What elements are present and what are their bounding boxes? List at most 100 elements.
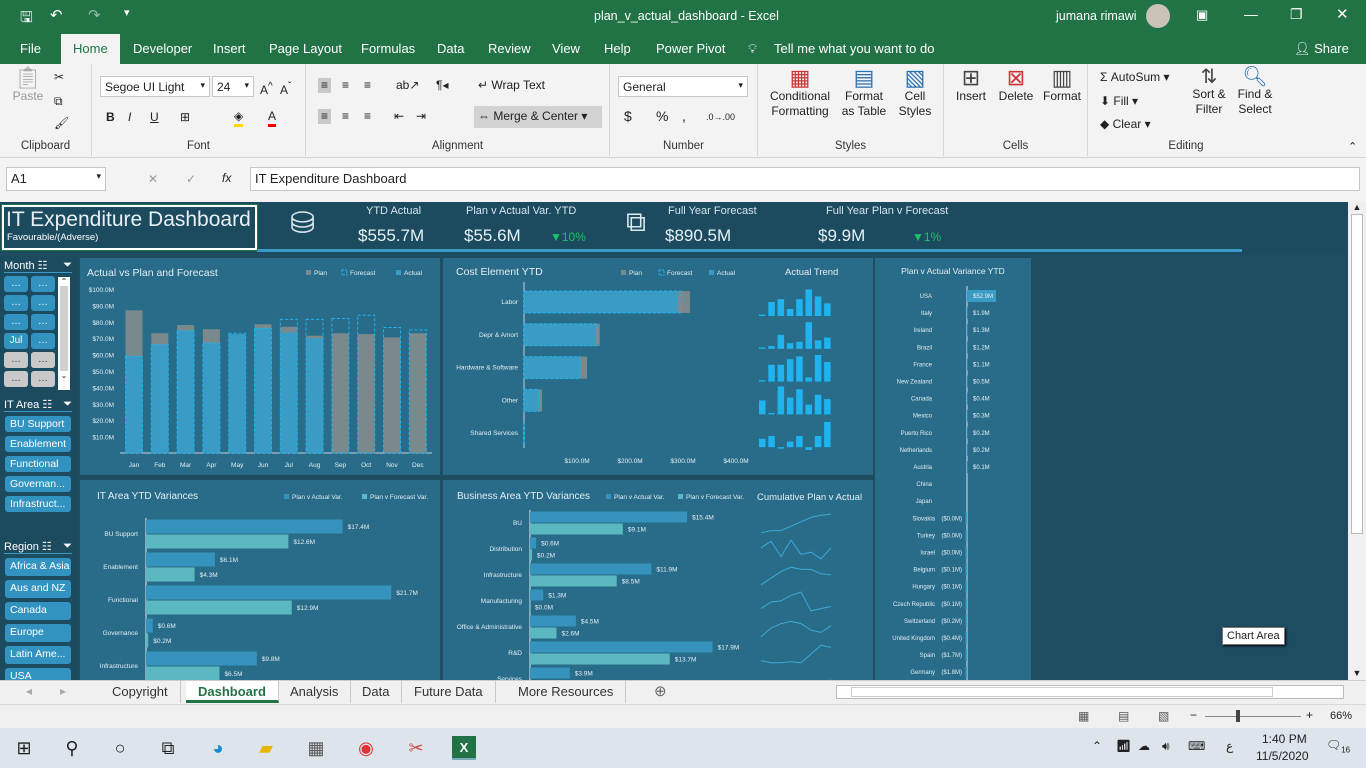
tab-formulas[interactable]: Formulas [361,41,415,56]
tab-developer[interactable]: Developer [133,41,192,56]
month-slicer-item[interactable]: … [4,276,28,292]
tab-home[interactable]: Home [61,34,120,64]
region-slicer-item[interactable]: Europe [5,624,71,642]
save-icon[interactable]: 🖫 [20,7,33,32]
month-slicer-item[interactable]: … [31,314,55,330]
it-area-variance-chart[interactable]: IT Area YTD Variances Plan v Actual Var. P… [80,480,440,680]
tab-review[interactable]: Review [488,41,531,56]
edge-icon[interactable]: ◕ [206,736,230,760]
align-left-icon[interactable]: ≡ [318,109,332,124]
tab-page-layout[interactable]: Page Layout [269,41,342,56]
align-center-icon[interactable]: ≡ [342,109,349,124]
keyboard-icon[interactable]: ⌨ [1188,739,1205,753]
currency-button[interactable]: $ [624,109,632,124]
tab-help[interactable]: Help [604,41,631,56]
undo-icon[interactable]: ↶ [50,6,63,24]
align-top-icon[interactable]: ≡ [318,78,332,93]
onedrive-icon[interactable]: ☁ [1138,739,1150,753]
tell-me-search[interactable]: Tell me what you want to do [774,41,934,56]
fill-button[interactable]: ⬇ Fill ▾ [1100,94,1138,109]
month-slicer-item[interactable]: … [31,371,55,387]
sheet-tab[interactable]: Copyright [100,681,181,703]
sheet-tab[interactable]: Dashboard [186,681,279,703]
clear-filter-icon[interactable]: ⏷ [63,259,72,272]
calculator-icon[interactable]: ▦ [304,736,328,760]
increase-font-icon[interactable]: A^ [260,79,273,98]
restore-icon[interactable]: ❐ [1290,6,1303,23]
normal-view-icon[interactable]: ▦ [1078,709,1089,723]
business-area-variance-chart[interactable]: Business Area YTD Variances Plan v Actual… [443,480,873,680]
sheet-tab[interactable]: More Resources [506,681,627,703]
page-break-view-icon[interactable]: ▧ [1158,709,1169,723]
cortana-icon[interactable]: ○ [108,736,132,760]
clear-filter-icon[interactable]: ⏷ [63,398,72,411]
percent-button[interactable]: % [656,109,668,124]
zoom-slider[interactable] [1205,710,1301,722]
zoom-level[interactable]: 66% [1330,710,1352,722]
sheet-tab[interactable]: Analysis [278,681,352,703]
file-explorer-icon[interactable]: ▰ [254,736,278,760]
horizontal-scrollbar[interactable] [836,685,1344,699]
bold-button[interactable]: B [106,110,115,125]
page-layout-view-icon[interactable]: ▤ [1118,709,1129,723]
new-sheet-icon[interactable]: ⊕ [654,682,667,700]
align-middle-icon[interactable]: ≡ [342,78,349,93]
month-slicer-item[interactable]: … [4,371,28,387]
borders-icon[interactable]: ⊞ [180,110,190,125]
notifications-icon[interactable]: 🗨︎16 [1326,738,1350,754]
decrease-indent-icon[interactable]: ⇤ [394,109,404,124]
month-slicer-item[interactable]: … [31,276,55,292]
sheet-tab[interactable]: Future Data [402,681,496,703]
conditional-formatting-button[interactable]: ▦ Conditional Formatting [764,67,836,119]
align-bottom-icon[interactable]: ≡ [364,78,371,93]
network-icon[interactable]: 📶︎ [1116,739,1131,753]
fill-color-icon[interactable]: ◈ [234,109,244,127]
cell-styles-button[interactable]: ▧ Cell Styles [892,67,938,119]
clock-date[interactable]: 11/5/2020 [1256,749,1309,763]
customize-toolbar-icon[interactable]: ▾ [124,6,130,19]
month-slicer-scrollbar[interactable]: ⌃ ⌄ [58,277,70,390]
region-slicer-item[interactable]: Aus and NZ [5,580,71,598]
volume-icon[interactable]: 🔊︎ [1162,739,1170,754]
clock-time[interactable]: 1:40 PM [1262,732,1307,746]
tray-chevron-icon[interactable]: ⌃ [1092,739,1102,753]
share-button[interactable]: 👤︎ Share [1294,41,1349,57]
multi-select-icon[interactable]: ☷ [42,399,52,411]
formula-input[interactable]: IT Expenditure Dashboard [250,167,1360,191]
tab-power-pivot[interactable]: Power Pivot [656,41,725,56]
clear-filter-icon[interactable]: ⏷ [63,540,72,553]
sheet-tab[interactable]: Data [350,681,403,703]
close-icon[interactable]: ✕ [1336,5,1349,23]
chrome-icon[interactable]: ◉ [354,736,378,760]
collapse-ribbon-icon[interactable]: ⌃ [1348,140,1357,153]
month-slicer-item[interactable]: … [31,295,55,311]
wrap-text-button[interactable]: ↵ Wrap Text [478,78,545,93]
region-slicer-item[interactable]: Canada [5,602,71,620]
comma-button[interactable]: , [682,109,686,124]
name-box[interactable]: A1 ▾ [6,167,106,191]
month-slicer-item[interactable]: … [4,352,28,368]
ribbon-display-icon[interactable]: ▣ [1196,7,1208,23]
month-slicer-item[interactable]: … [4,314,28,330]
align-right-icon[interactable]: ≡ [364,109,371,124]
merge-center-button[interactable]: ⇔ Merge & Center ▾ [474,106,602,128]
delete-cells-button[interactable]: ⊠ Delete [994,67,1038,104]
format-cells-button[interactable]: ▥ Format [1040,67,1084,104]
rtl-icon[interactable]: ¶◂ [436,78,448,93]
month-slicer-item[interactable]: … [31,352,55,368]
insert-function-button[interactable]: fx [222,171,231,185]
actual-vs-plan-chart[interactable]: Actual vs Plan and Forecast Plan Forecast A… [80,258,440,475]
autosum-button[interactable]: Σ AutoSum ▾ [1100,70,1169,85]
month-slicer-item[interactable]: … [4,295,28,311]
underline-button[interactable]: U [150,110,159,125]
task-view-icon[interactable]: ⧉ [156,736,180,760]
zoom-in-icon[interactable]: + [1306,708,1313,722]
multi-select-icon[interactable]: ☷ [38,260,48,272]
tab-data[interactable]: Data [437,41,464,56]
number-format-select[interactable]: General ▾ [618,76,748,97]
italic-button[interactable]: I [128,110,131,125]
tab-file[interactable]: File [20,41,41,56]
it-area-slicer-item[interactable]: Infrastruct... [5,496,71,512]
it-area-slicer-item[interactable]: Functional [5,456,71,472]
windows-start-icon[interactable]: ⊞ [12,736,36,760]
